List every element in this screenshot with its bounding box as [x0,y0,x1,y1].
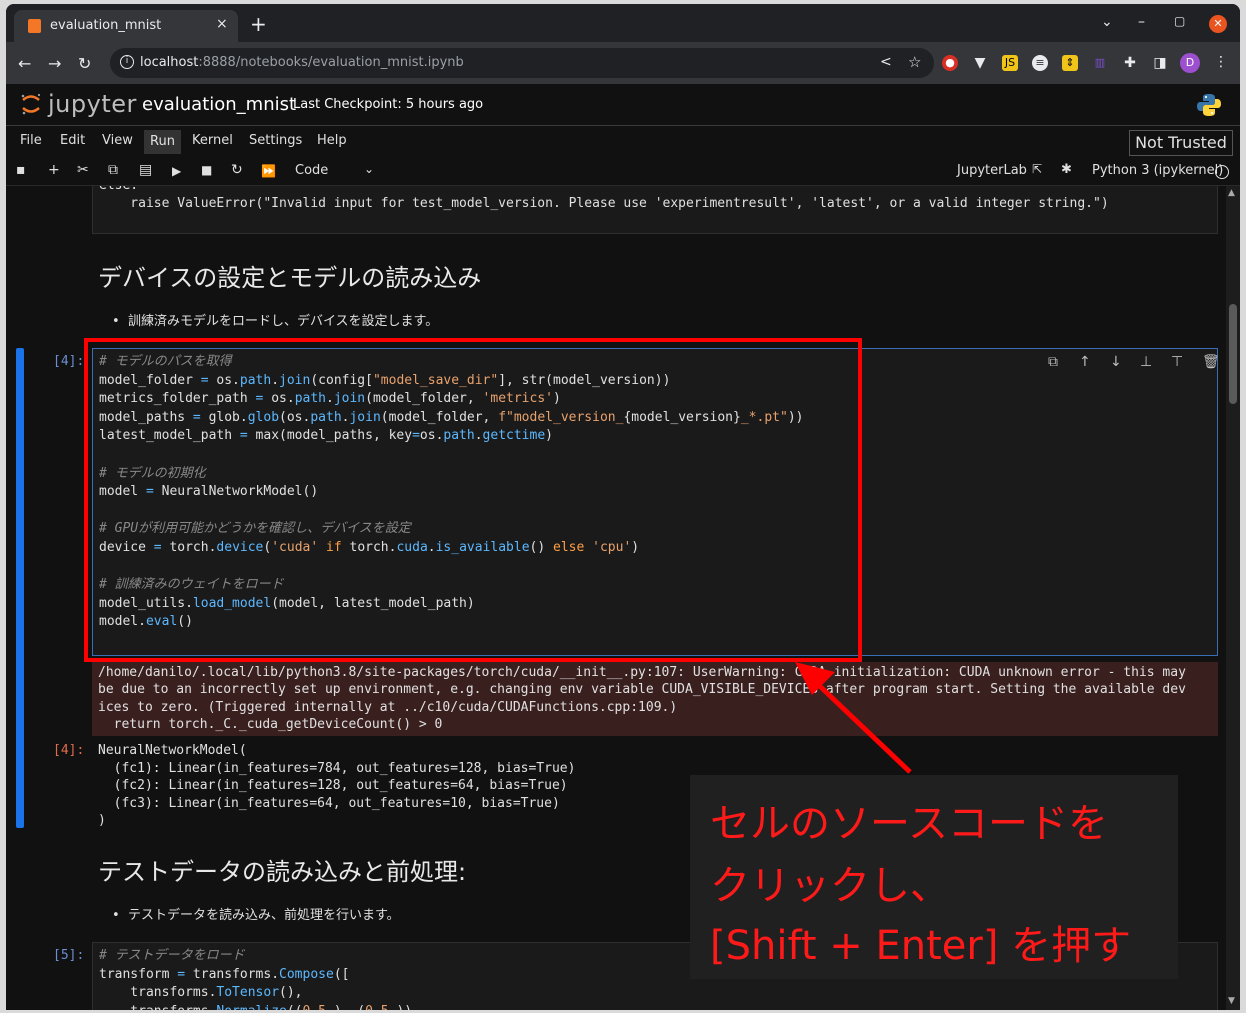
code-editor[interactable]: # テストデータをロード transform = transforms.Comp… [99,947,412,1010]
annotation-callout: セルのソースコードを クリックし、 [Shift + Enter] を押す [690,775,1178,979]
side-panel-icon[interactable]: ◨ [1152,55,1168,71]
url-field[interactable]: i localhost:8888/notebooks/evaluation_mn… [110,48,934,78]
new-tab-button[interactable]: + [250,12,267,36]
extensions-puzzle-icon[interactable]: ✚ [1122,55,1138,71]
menu-kernel[interactable]: Kernel [192,133,233,148]
jupyterlab-link[interactable]: JupyterLab [957,163,1027,178]
jupyter-header: jupyter evaluation_mnist Last Checkpoint… [6,84,1240,126]
move-up-icon[interactable]: ↑ [1079,354,1091,370]
python-logo-icon [1197,94,1221,116]
minimize-icon[interactable]: – [1138,14,1145,30]
insert-above-icon[interactable]: ⊥ [1140,354,1152,370]
run-icon[interactable]: ▶ [172,164,181,178]
markdown-bullet: • テストデータを読み込み、前処理を行います。 [112,908,400,923]
code-line: raise ValueError("Invalid input for test… [99,196,1109,211]
scrollbar-thumb[interactable] [1229,304,1237,404]
active-cell-indicator [16,348,24,828]
extension-v-icon[interactable]: ▼ [972,55,988,71]
jupyter-favicon-icon [28,19,41,33]
input-prompt: [5]: [53,948,85,963]
cut-icon[interactable]: ✂ [77,162,89,178]
site-info-icon[interactable]: i [120,55,134,69]
maximize-icon[interactable]: ▢ [1174,14,1185,28]
annotation-line-1: セルのソースコードを [710,801,1108,847]
scroll-down-icon[interactable]: ▼ [1228,996,1235,1006]
interrupt-icon[interactable]: ■ [201,163,212,177]
trust-status-button[interactable]: Not Trusted [1129,130,1233,156]
kernel-status-icon [1215,165,1229,179]
chevron-down-icon[interactable]: ⌄ [364,162,374,176]
extension-arrows-icon[interactable]: ⇕ [1062,55,1078,71]
jupyter-wordmark[interactable]: jupyter [48,90,137,118]
paste-icon[interactable]: ▤ [139,162,152,178]
tab-close-icon[interactable]: × [216,16,228,32]
extension-books-icon[interactable]: ▥ [1092,55,1108,71]
cell-type-select[interactable]: Code [295,163,328,178]
duplicate-cell-icon[interactable]: ⧉ [1048,354,1058,370]
code-cell-previous[interactable]: else: raise ValueError("Invalid input fo… [92,186,1218,234]
move-down-icon[interactable]: ↓ [1110,354,1122,370]
bookmark-star-icon[interactable]: ☆ [908,53,921,71]
annotation-line-3: [Shift + Enter] を押す [710,923,1132,969]
copy-icon[interactable]: ⧉ [108,162,118,178]
delete-cell-icon[interactable]: 🗑 [1202,354,1220,370]
forward-icon[interactable]: → [48,54,61,73]
address-bar: ← → ↻ i localhost:8888/notebooks/evaluat… [6,42,1240,84]
section-heading: テストデータの読み込みと前処理: [98,858,467,886]
cell-output: NeuralNetworkModel( (fc1): Linear(in_fea… [98,743,576,828]
extension-list-icon[interactable]: ≡ [1032,55,1048,71]
jupyter-logo-icon[interactable] [20,92,42,116]
back-icon[interactable]: ← [18,54,31,73]
stderr-output: /home/danilo/.local/lib/python3.8/site-p… [92,662,1218,736]
notebook-title[interactable]: evaluation_mnist [142,94,296,115]
external-link-icon[interactable]: ⇱ [1032,162,1042,176]
annotation-highlight-box [84,338,862,662]
extension-shield-icon[interactable]: ● [942,55,958,71]
extension-js-icon[interactable]: JS [1002,55,1018,71]
menu-file[interactable]: File [20,133,42,148]
tab-search-chevron-icon[interactable]: ⌄ [1101,14,1113,30]
menu-edit[interactable]: Edit [60,133,85,148]
notebook-scrollbar[interactable]: ▲ ▼ [1226,186,1240,1010]
menu-help[interactable]: Help [317,133,347,148]
insert-cell-icon[interactable]: + [48,162,60,178]
output-prompt: [4]: [53,743,85,758]
stderr-text: /home/danilo/.local/lib/python3.8/site-p… [98,665,1186,733]
debugger-bug-icon[interactable]: ✱ [1061,162,1072,177]
reload-icon[interactable]: ↻ [78,54,91,73]
share-icon[interactable]: < [880,54,892,70]
input-prompt: [4]: [53,354,85,369]
restart-icon[interactable]: ↻ [231,162,243,178]
kernel-name[interactable]: Python 3 (ipykernel) [1092,163,1223,178]
url-text: localhost:8888/notebooks/evaluation_mnis… [140,55,464,70]
menu-view[interactable]: View [102,133,133,148]
profile-avatar[interactable]: D [1180,53,1200,73]
tab-strip: evaluation_mnist × + ⌄ – ▢ ✕ [6,4,1240,42]
scroll-up-icon[interactable]: ▲ [1228,188,1235,198]
browser-tab[interactable]: evaluation_mnist × [14,10,238,42]
insert-below-icon[interactable]: ⊤ [1171,354,1183,370]
browser-menu-icon[interactable]: ⋮ [1214,54,1228,70]
menu-run[interactable]: Run [144,130,181,154]
markdown-bullet: • 訓練済みモデルをロードし、デバイスを設定します。 [112,314,439,329]
window-close-icon[interactable]: ✕ [1209,15,1227,33]
restart-run-all-icon[interactable]: ⏩ [261,164,276,178]
checkpoint-status: Last Checkpoint: 5 hours ago [293,97,484,112]
notebook-toolbar: ▪ + ✂ ⧉ ▤ ▶ ■ ↻ ⏩ Code ⌄ JupyterLab ⇱ ✱ … [6,156,1240,186]
section-heading: デバイスの設定とモデルの読み込み [98,264,482,292]
tab-title: evaluation_mnist [50,18,162,33]
save-icon[interactable]: ▪ [16,162,26,178]
menu-settings[interactable]: Settings [249,133,302,148]
annotation-line-2: クリックし、 [710,863,950,909]
menu-bar: File Edit View Run Kernel Settings Help … [6,126,1240,156]
